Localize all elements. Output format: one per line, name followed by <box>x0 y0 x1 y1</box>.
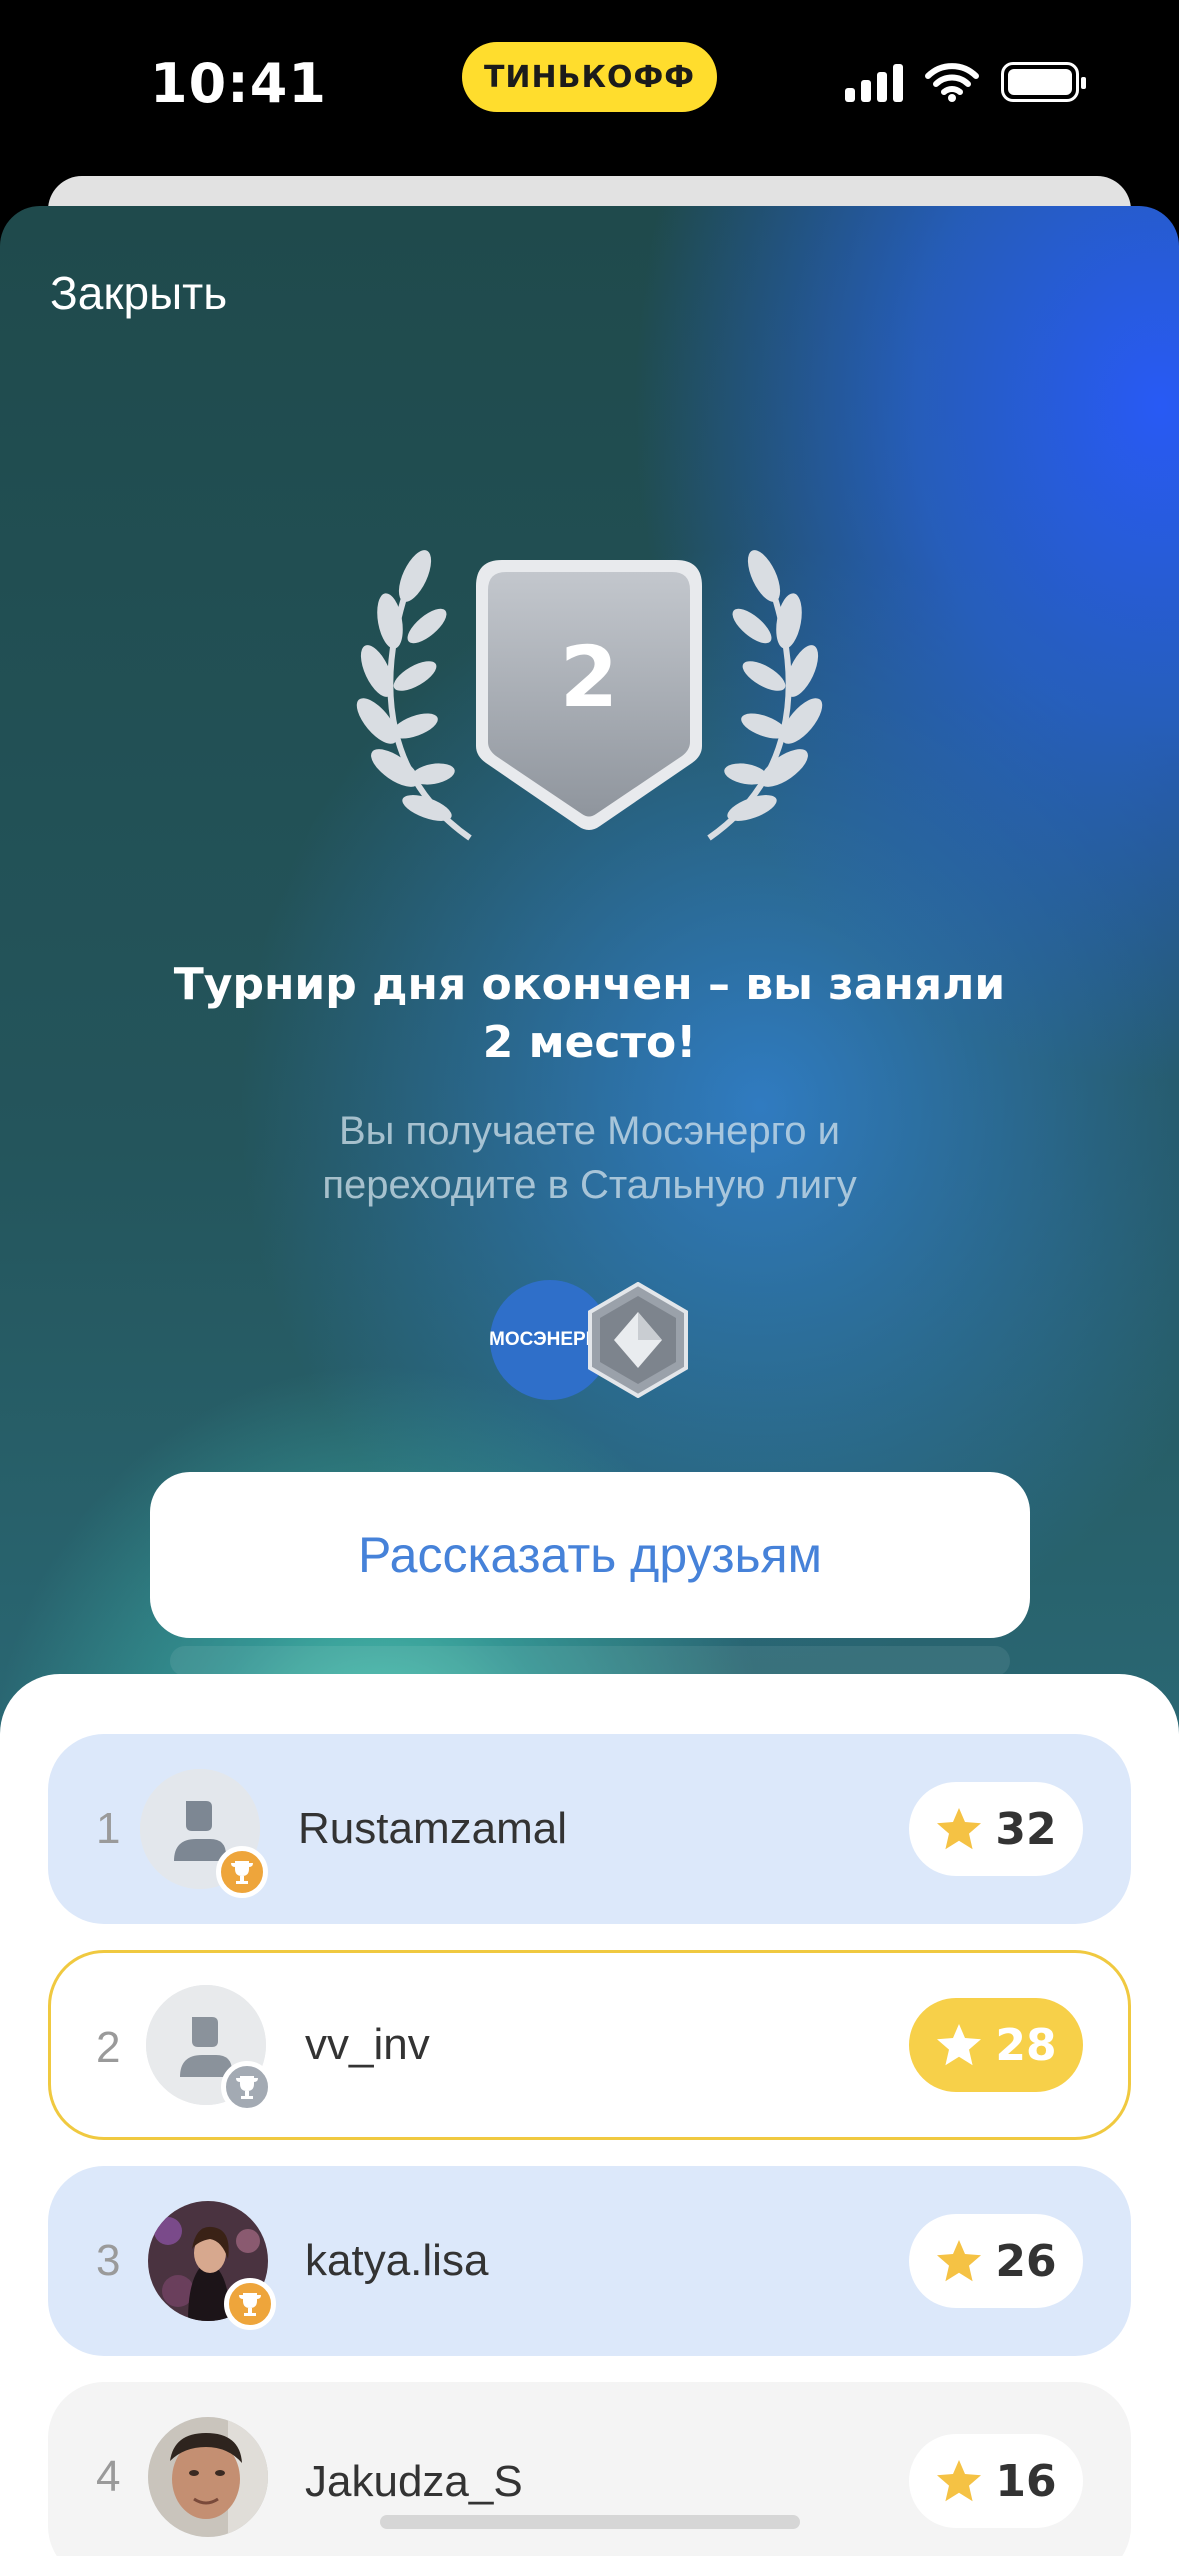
rank: 3 <box>96 2236 121 2285</box>
status-time: 10:41 <box>150 52 327 115</box>
laurel-right-icon <box>707 550 823 841</box>
leaderboard: 1 Rustamzamal 32 2 vv_inv 28 3 katya.lis… <box>0 1674 1179 2556</box>
battery-icon <box>1001 62 1086 102</box>
result-title: Турнир дня окончен – вы заняли 2 место! <box>0 956 1179 1072</box>
leaderboard-row[interactable]: 4 Jakudza_S 16 <box>48 2382 1131 2556</box>
close-button[interactable]: Закрыть <box>50 266 227 320</box>
score-badge: 16 <box>909 2434 1083 2528</box>
trophy-icon <box>216 1846 268 1898</box>
trophy-icon <box>224 2278 276 2330</box>
score-value: 26 <box>995 2235 1057 2287</box>
score-badge: 26 <box>909 2214 1083 2308</box>
username: Jakudza_S <box>305 2457 523 2506</box>
star-icon <box>937 2460 982 2502</box>
star-icon <box>937 1808 982 1850</box>
result-title-line2: 2 место! <box>482 1017 697 1068</box>
laurel-left-icon <box>356 550 472 841</box>
rank: 4 <box>96 2452 121 2501</box>
user-photo <box>148 2417 268 2537</box>
score-value: 32 <box>995 1803 1057 1855</box>
wifi-icon <box>925 63 979 102</box>
score-badge: 32 <box>909 1782 1083 1876</box>
home-indicator[interactable] <box>380 2515 800 2529</box>
trophy-icon <box>221 2061 273 2113</box>
score-value: 16 <box>995 2455 1057 2507</box>
place-badge-icon: 2 <box>476 560 702 830</box>
username: katya.lisa <box>305 2236 489 2285</box>
result-subtitle: Вы получаете Мосэнерго и переходите в Ст… <box>0 1104 1179 1212</box>
status-icons <box>845 62 1086 102</box>
button-shadow <box>170 1646 1010 1676</box>
leaderboard-row-current-user[interactable]: 2 vv_inv 28 <box>48 1950 1131 2140</box>
score-badge: 28 <box>909 1998 1083 2092</box>
username: vv_inv <box>305 2020 430 2069</box>
star-icon <box>937 2240 982 2282</box>
cellular-signal-icon <box>845 62 903 102</box>
leaderboard-row[interactable]: 1 Rustamzamal 32 <box>48 1734 1131 1924</box>
result-subtitle-line2: переходите в Стальную лигу <box>322 1163 857 1207</box>
carrier-pill[interactable]: ТИНЬКОФФ <box>462 42 717 112</box>
share-with-friends-button[interactable]: Рассказать друзьям <box>150 1472 1030 1638</box>
avatar <box>148 2417 268 2537</box>
rank: 1 <box>96 1804 121 1853</box>
leaderboard-row[interactable]: 3 katya.lisa 26 <box>48 2166 1131 2356</box>
place-badge-number: 2 <box>560 628 618 726</box>
username: Rustamzamal <box>298 1804 567 1853</box>
score-value: 28 <box>995 2019 1057 2071</box>
rank: 2 <box>96 2023 121 2072</box>
steel-league-icon <box>588 1282 688 1398</box>
result-title-line1: Турнир дня окончен – вы заняли <box>173 959 1006 1010</box>
star-icon <box>937 2024 982 2066</box>
result-subtitle-line1: Вы получаете Мосэнерго и <box>338 1109 840 1153</box>
status-bar: 10:41 ТИНЬКОФФ <box>0 0 1179 170</box>
